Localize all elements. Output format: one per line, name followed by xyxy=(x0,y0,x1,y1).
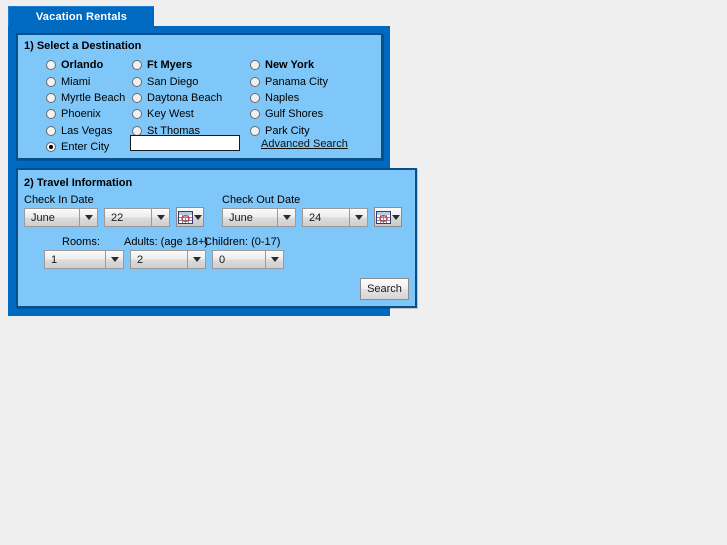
radio-mark-icon xyxy=(250,60,260,71)
chevron-down-icon xyxy=(277,209,295,226)
radio-enter-city[interactable]: Enter City xyxy=(46,139,109,155)
radio-san-diego[interactable]: San Diego xyxy=(132,73,244,89)
check-out-month-select[interactable]: June xyxy=(222,208,296,227)
radio-label: Orlando xyxy=(61,59,104,72)
radio-label: Key West xyxy=(147,108,194,121)
radio-label-enter-city: Enter City xyxy=(61,141,110,153)
check-out-month-value: June xyxy=(229,211,253,224)
check-in-month-select[interactable]: June xyxy=(24,208,98,227)
radio-mark-icon xyxy=(46,125,56,136)
radio-mark-icon xyxy=(250,92,260,103)
radio-mark-icon xyxy=(132,92,142,103)
destination-panel: 1) Select a Destination Orlando Miami Myrt… xyxy=(16,33,383,160)
check-out-date-label: Check Out Date xyxy=(222,194,301,206)
children-select[interactable]: 0 xyxy=(212,250,284,269)
advanced-search-link[interactable]: Advanced Search xyxy=(261,138,348,150)
check-out-calendar-button[interactable] xyxy=(374,207,402,227)
radio-panama-city[interactable]: Panama City xyxy=(250,73,380,89)
radio-mark-icon xyxy=(46,76,56,87)
radio-mark-icon xyxy=(46,142,56,152)
radio-key-west[interactable]: Key West xyxy=(132,106,244,122)
radio-label: Ft Myers xyxy=(147,59,193,72)
adults-value: 2 xyxy=(137,253,144,266)
radio-myrtle-beach[interactable]: Myrtle Beach xyxy=(46,90,136,106)
radio-new-york[interactable]: New York xyxy=(250,57,380,73)
chevron-down-icon xyxy=(194,214,202,220)
destination-panel-title: 1) Select a Destination xyxy=(24,40,142,52)
search-button-label: Search xyxy=(367,283,402,295)
chevron-down-icon xyxy=(187,251,205,268)
radio-orlando[interactable]: Orlando xyxy=(46,57,136,73)
radio-label: Panama City xyxy=(265,75,328,88)
radio-naples[interactable]: Naples xyxy=(250,90,380,106)
rooms-label: Rooms: xyxy=(62,236,100,248)
radio-label: New York xyxy=(265,59,315,72)
check-out-day-value: 24 xyxy=(309,211,322,224)
check-out-day-select[interactable]: 24 xyxy=(302,208,368,227)
radio-label: Miami xyxy=(61,75,91,88)
radio-gulf-shores[interactable]: Gulf Shores xyxy=(250,106,380,122)
chevron-down-icon xyxy=(79,209,97,226)
tab-label: Vacation Rentals xyxy=(35,11,128,23)
radio-label: Phoenix xyxy=(61,108,101,121)
search-button[interactable]: Search xyxy=(360,278,409,300)
radio-mark-icon xyxy=(132,109,142,120)
radio-ft-myers[interactable]: Ft Myers xyxy=(132,57,244,73)
chevron-down-icon xyxy=(392,214,400,220)
adults-select[interactable]: 2 xyxy=(130,250,206,269)
destination-column-3: New York Panama City Naples Gulf Shores Park… xyxy=(250,57,380,139)
radio-label: Naples xyxy=(265,91,300,104)
check-in-calendar-button[interactable] xyxy=(176,207,204,227)
chevron-down-icon xyxy=(105,251,123,268)
calendar-icon xyxy=(178,210,193,224)
travel-information-panel: 2) Travel Information Check In Date Chec… xyxy=(16,168,417,308)
radio-daytona-beach[interactable]: Daytona Beach xyxy=(132,90,244,106)
radio-park-city[interactable]: Park City xyxy=(250,123,380,139)
radio-phoenix[interactable]: Phoenix xyxy=(46,106,136,122)
radio-mark-icon xyxy=(250,109,260,120)
city-input[interactable] xyxy=(130,135,240,151)
radio-label: Gulf Shores xyxy=(265,108,324,121)
radio-las-vegas[interactable]: Las Vegas xyxy=(46,123,136,139)
chevron-down-icon xyxy=(349,209,367,226)
radio-mark-icon xyxy=(250,125,260,136)
radio-label: San Diego xyxy=(147,75,199,88)
radio-label: Daytona Beach xyxy=(147,91,223,104)
rooms-value: 1 xyxy=(51,253,58,266)
chevron-down-icon xyxy=(265,251,283,268)
radio-mark-icon xyxy=(132,76,142,87)
check-in-date-label: Check In Date xyxy=(24,194,94,206)
radio-label: Myrtle Beach xyxy=(61,91,126,104)
check-in-day-select[interactable]: 22 xyxy=(104,208,170,227)
children-value: 0 xyxy=(219,253,226,266)
radio-mark-icon xyxy=(46,109,56,120)
adults-label: Adults: (age 18+) xyxy=(124,236,209,248)
travel-panel-title: 2) Travel Information xyxy=(24,177,133,189)
radio-mark-icon xyxy=(46,92,56,103)
radio-label: Las Vegas xyxy=(61,124,113,137)
chevron-down-icon xyxy=(151,209,169,226)
radio-mark-icon xyxy=(250,76,260,87)
check-in-day-value: 22 xyxy=(111,211,124,224)
rooms-select[interactable]: 1 xyxy=(44,250,124,269)
destination-column-1: Orlando Miami Myrtle Beach Phoenix Las Vegas xyxy=(46,57,136,139)
children-label: Children: (0-17) xyxy=(204,236,281,248)
radio-label: Park City xyxy=(265,124,310,137)
radio-mark-icon xyxy=(132,60,142,71)
tab-vacation-rentals[interactable]: Vacation Rentals xyxy=(8,6,154,28)
destination-column-2: Ft Myers San Diego Daytona Beach Key West St… xyxy=(132,57,244,139)
calendar-icon xyxy=(376,210,391,224)
check-in-month-value: June xyxy=(31,211,55,224)
radio-mark-icon xyxy=(46,60,56,71)
radio-miami[interactable]: Miami xyxy=(46,73,136,89)
